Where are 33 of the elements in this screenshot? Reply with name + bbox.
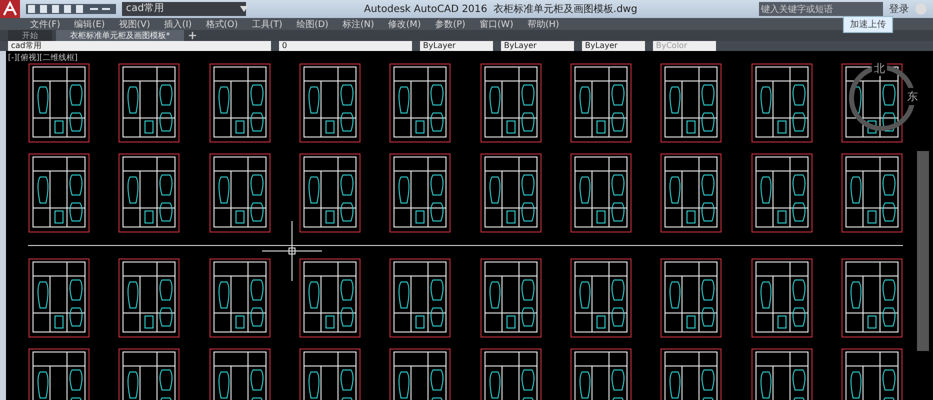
menu-item[interactable]: 帮助(H) — [527, 18, 560, 30]
file-tab[interactable]: 衣柜标准单元柜及画图模板* — [56, 30, 184, 41]
crosshair-cursor-icon — [262, 221, 322, 281]
workspace-dropdown[interactable]: cad常用 — [122, 2, 246, 16]
menu-item[interactable]: 窗口(W) — [479, 18, 514, 30]
menu-item[interactable]: 修改(M) — [388, 18, 421, 30]
linetype-dropdown[interactable]: ByLayer — [501, 41, 574, 51]
compass-label[interactable]: 东 — [906, 88, 919, 105]
menu-item[interactable]: 工具(T) — [252, 18, 282, 30]
menu-item[interactable]: 文件(F) — [30, 18, 60, 30]
layer-dropdown[interactable]: 0 — [279, 41, 412, 51]
file-tab[interactable]: 开始 — [8, 30, 52, 41]
caret-icon[interactable] — [240, 6, 248, 12]
search-field[interactable]: 键入关键字或短语 — [759, 2, 883, 16]
menu-item[interactable]: 参数(P) — [434, 18, 466, 30]
menu-item[interactable]: 编辑(E) — [74, 18, 105, 30]
workspace-dropdown[interactable]: cad常用 — [8, 41, 271, 51]
new-tab-icon[interactable] — [188, 31, 197, 40]
menu-item[interactable]: 视图(V) — [118, 18, 150, 30]
menu-item[interactable]: 绘图(D) — [296, 18, 328, 30]
quick-access-icons[interactable] — [26, 4, 116, 14]
file-name: 衣柜标准单元柜及画图模板.dwg — [493, 2, 638, 16]
window-title: Autodesk AutoCAD 2016 — [364, 4, 488, 14]
menu-item[interactable]: 插入(I) — [164, 18, 192, 30]
upload-tooltip[interactable]: 加速上传 — [843, 16, 893, 33]
menu-item[interactable]: 标注(N) — [342, 18, 374, 30]
app-logo-icon[interactable] — [0, 0, 20, 18]
menu-item[interactable]: 格式(O) — [206, 18, 238, 30]
sign-in-link[interactable]: 登录 — [889, 2, 909, 16]
color-dropdown[interactable]: ByLayer — [420, 41, 493, 51]
viewport-label[interactable]: [-][俯视][二维线框] — [8, 52, 78, 63]
lineweight-dropdown[interactable]: ByLayer — [582, 41, 645, 51]
compass-label[interactable]: 北 — [872, 61, 887, 76]
